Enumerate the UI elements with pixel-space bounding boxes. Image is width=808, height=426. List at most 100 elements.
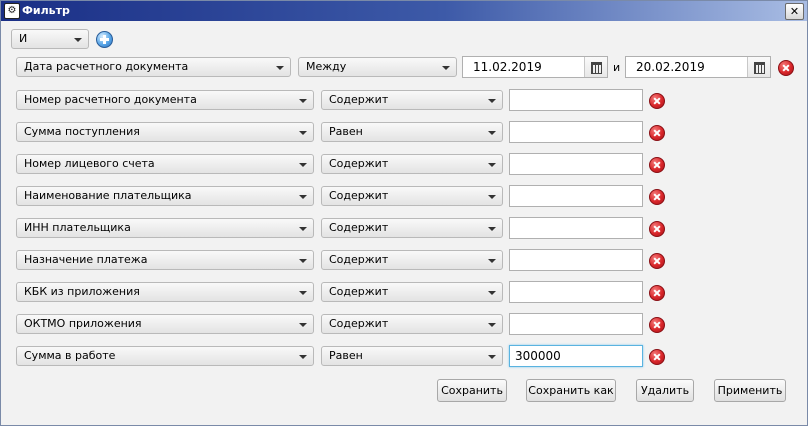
- save-button[interactable]: Сохранить: [437, 379, 507, 402]
- condition-operator-value: Равен: [329, 349, 363, 362]
- condition-operator-dropdown[interactable]: Содержит: [321, 154, 503, 174]
- close-button[interactable]: ✕: [785, 3, 804, 20]
- chevron-down-icon: [74, 38, 82, 42]
- chevron-down-icon: [488, 195, 496, 199]
- condition-operator-dropdown[interactable]: Содержит: [321, 90, 503, 110]
- filter-dialog: ⚙ Фильтр ✕ И Дата расчетного документа М…: [0, 0, 808, 426]
- delete-button[interactable]: Удалить: [636, 379, 694, 402]
- calendar-icon: [754, 62, 765, 74]
- condition-value-input[interactable]: [509, 281, 643, 303]
- condition-field-dropdown[interactable]: ОКТМО приложения: [16, 314, 314, 334]
- condition-operator-value: Равен: [329, 125, 363, 138]
- date-range-separator: и: [613, 61, 621, 74]
- chevron-down-icon: [488, 323, 496, 327]
- condition-field-value: Номер лицевого счета: [24, 157, 155, 170]
- condition-field-dropdown[interactable]: ИНН плательщика: [16, 218, 314, 238]
- condition-operator-dropdown[interactable]: Содержит: [321, 218, 503, 238]
- add-condition-icon[interactable]: [96, 31, 113, 48]
- date-operator-dropdown[interactable]: Между: [298, 57, 457, 77]
- date-from-value: 11.02.2019: [473, 60, 542, 74]
- condition-operator-value: Содержит: [329, 253, 389, 266]
- date-from-picker[interactable]: [584, 57, 607, 77]
- remove-condition-icon[interactable]: [649, 189, 665, 205]
- save-as-button[interactable]: Сохранить как: [526, 379, 616, 402]
- remove-condition-icon[interactable]: [649, 253, 665, 269]
- condition-field-value: Наименование плательщика: [24, 189, 192, 202]
- condition-operator-value: Содержит: [329, 189, 389, 202]
- chevron-down-icon: [299, 99, 307, 103]
- title-bar[interactable]: ⚙ Фильтр ✕: [1, 1, 807, 21]
- logic-operator-dropdown[interactable]: И: [11, 29, 89, 49]
- condition-value-input[interactable]: [509, 345, 643, 367]
- remove-condition-icon[interactable]: [649, 93, 665, 109]
- condition-operator-dropdown[interactable]: Содержит: [321, 250, 503, 270]
- condition-field-dropdown[interactable]: Назначение платежа: [16, 250, 314, 270]
- logic-operator-value: И: [19, 32, 28, 45]
- condition-field-dropdown[interactable]: Наименование плательщика: [16, 186, 314, 206]
- remove-condition-icon[interactable]: [649, 349, 665, 365]
- date-to-picker[interactable]: [747, 57, 770, 77]
- condition-operator-dropdown[interactable]: Содержит: [321, 282, 503, 302]
- condition-field-dropdown[interactable]: Номер лицевого счета: [16, 154, 314, 174]
- condition-field-value: ИНН плательщика: [24, 221, 131, 234]
- condition-field-dropdown[interactable]: КБК из приложения: [16, 282, 314, 302]
- condition-operator-dropdown[interactable]: Содержит: [321, 186, 503, 206]
- condition-field-dropdown[interactable]: Сумма в работе: [16, 346, 314, 366]
- condition-operator-value: Содержит: [329, 317, 389, 330]
- condition-value-input[interactable]: [509, 153, 643, 175]
- condition-value-input[interactable]: [509, 217, 643, 239]
- chevron-down-icon: [299, 195, 307, 199]
- remove-condition-icon[interactable]: [649, 285, 665, 301]
- condition-value-input[interactable]: [509, 185, 643, 207]
- remove-condition-icon[interactable]: [649, 221, 665, 237]
- chevron-down-icon: [488, 227, 496, 231]
- remove-condition-icon[interactable]: [649, 125, 665, 141]
- condition-field-value: Сумма в работе: [24, 349, 116, 362]
- condition-operator-value: Содержит: [329, 285, 389, 298]
- date-to-value: 20.02.2019: [636, 60, 705, 74]
- chevron-down-icon: [488, 291, 496, 295]
- condition-field-dropdown[interactable]: Сумма поступления: [16, 122, 314, 142]
- chevron-down-icon: [488, 99, 496, 103]
- condition-operator-value: Содержит: [329, 221, 389, 234]
- condition-field-value: Сумма поступления: [24, 125, 140, 138]
- chevron-down-icon: [488, 163, 496, 167]
- condition-operator-value: Содержит: [329, 93, 389, 106]
- chevron-down-icon: [299, 323, 307, 327]
- window-title: Фильтр: [22, 4, 70, 17]
- date-operator-value: Между: [306, 60, 347, 73]
- condition-field-value: КБК из приложения: [24, 285, 140, 298]
- chevron-down-icon: [488, 355, 496, 359]
- condition-operator-dropdown[interactable]: Равен: [321, 346, 503, 366]
- condition-field-dropdown[interactable]: Номер расчетного документа: [16, 90, 314, 110]
- date-field-value: Дата расчетного документа: [24, 60, 189, 73]
- apply-button[interactable]: Применить: [714, 379, 786, 402]
- chevron-down-icon: [276, 66, 284, 70]
- date-to-input[interactable]: 20.02.2019: [625, 56, 771, 78]
- chevron-down-icon: [299, 227, 307, 231]
- remove-condition-icon[interactable]: [649, 317, 665, 333]
- condition-value-input[interactable]: [509, 249, 643, 271]
- remove-condition-icon[interactable]: [778, 60, 794, 76]
- chevron-down-icon: [442, 66, 450, 70]
- condition-operator-dropdown[interactable]: Равен: [321, 122, 503, 142]
- date-from-input[interactable]: 11.02.2019: [462, 56, 608, 78]
- app-icon: ⚙: [4, 3, 20, 19]
- chevron-down-icon: [488, 131, 496, 135]
- chevron-down-icon: [299, 259, 307, 263]
- date-field-dropdown[interactable]: Дата расчетного документа: [16, 57, 291, 77]
- condition-value-input[interactable]: [509, 89, 643, 111]
- condition-field-value: Назначение платежа: [24, 253, 148, 266]
- condition-field-value: ОКТМО приложения: [24, 317, 142, 330]
- chevron-down-icon: [488, 259, 496, 263]
- condition-value-input[interactable]: [509, 313, 643, 335]
- chevron-down-icon: [299, 291, 307, 295]
- chevron-down-icon: [299, 131, 307, 135]
- condition-operator-value: Содержит: [329, 157, 389, 170]
- condition-operator-dropdown[interactable]: Содержит: [321, 314, 503, 334]
- remove-condition-icon[interactable]: [649, 157, 665, 173]
- chevron-down-icon: [299, 163, 307, 167]
- condition-value-input[interactable]: [509, 121, 643, 143]
- condition-field-value: Номер расчетного документа: [24, 93, 197, 106]
- calendar-icon: [591, 62, 602, 74]
